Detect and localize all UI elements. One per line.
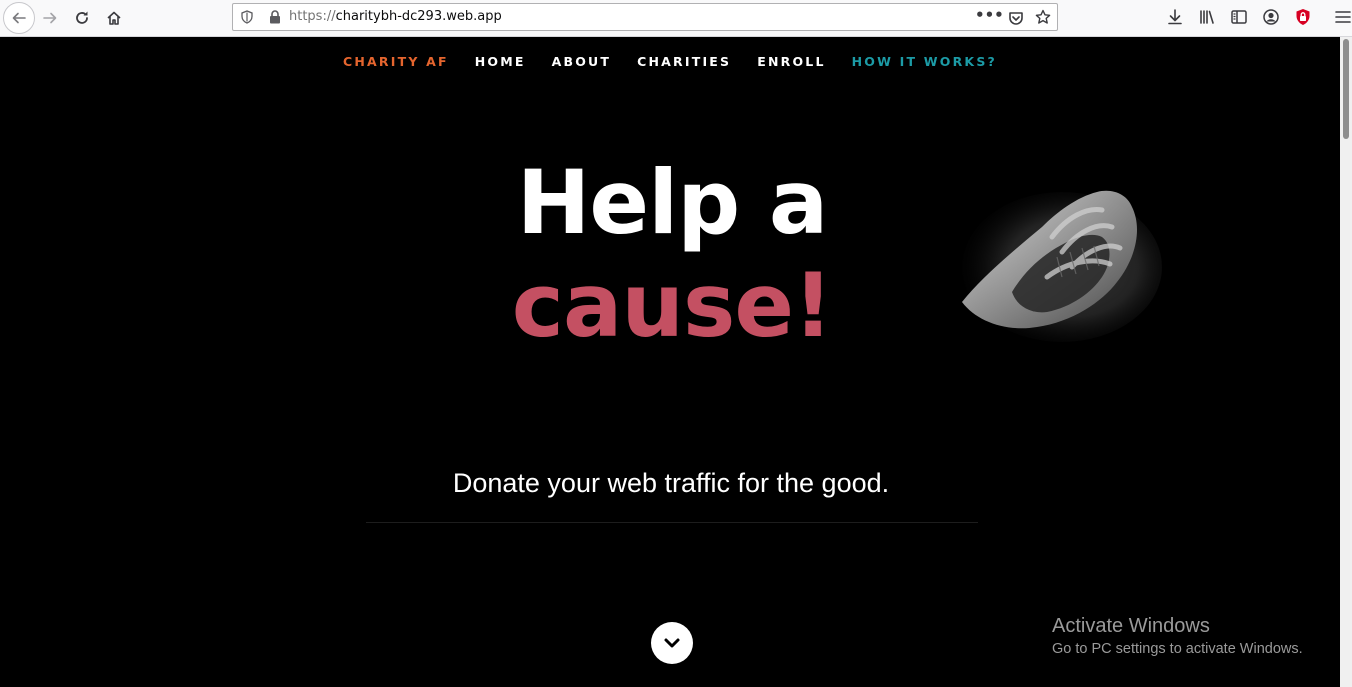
watermark-subtitle: Go to PC settings to activate Windows. [1052, 641, 1303, 657]
url-host: charitybh-dc293.web.app [335, 9, 502, 24]
lock-icon[interactable] [269, 10, 281, 24]
main-nav: CHARITY AF HOME ABOUT CHARITIES ENROLL H… [0, 54, 1340, 69]
scroll-down-button[interactable] [651, 622, 693, 664]
account-icon[interactable] [1262, 8, 1280, 26]
nav-item-home[interactable]: HOME [475, 54, 526, 69]
ublock-shield-icon[interactable] [1294, 8, 1312, 26]
browser-toolbar: https://charitybh-dc293.web.app ••• [0, 0, 1352, 37]
download-icon[interactable] [1166, 8, 1184, 26]
forward-button[interactable] [36, 4, 64, 32]
url-scheme: https:// [289, 9, 336, 24]
sidebar-icon[interactable] [1230, 8, 1248, 26]
holding-hands-image [962, 190, 1162, 342]
nav-item-about[interactable]: ABOUT [552, 54, 612, 69]
chevron-down-icon [664, 638, 680, 648]
reload-icon [76, 11, 88, 24]
activate-windows-watermark: Activate Windows Go to PC settings to ac… [1052, 614, 1303, 660]
reload-button[interactable] [68, 4, 96, 32]
arrow-left-icon [12, 12, 26, 24]
url-bar[interactable]: https://charitybh-dc293.web.app ••• [232, 3, 1058, 31]
library-icon[interactable] [1198, 8, 1216, 26]
back-button[interactable] [3, 2, 35, 34]
page-scrollbar[interactable] [1340, 37, 1352, 687]
nav-item-enroll[interactable]: ENROLL [757, 54, 825, 69]
watermark-title: Activate Windows [1052, 615, 1210, 637]
hamburger-menu-icon[interactable] [1334, 8, 1352, 26]
nav-brand-charity-af[interactable]: CHARITY AF [343, 54, 449, 69]
nav-item-how-it-works[interactable]: HOW IT WORKS? [852, 54, 997, 69]
home-icon [107, 11, 121, 25]
bookmark-star-icon[interactable] [1035, 9, 1051, 25]
pocket-icon[interactable] [1008, 10, 1024, 26]
page-content: CHARITY AF HOME ABOUT CHARITIES ENROLL H… [0, 37, 1352, 687]
page-actions-icon[interactable]: ••• [975, 8, 1004, 26]
nav-item-charities[interactable]: CHARITIES [637, 54, 731, 69]
scrollbar-thumb[interactable] [1343, 39, 1349, 139]
tracking-shield-icon[interactable] [240, 10, 254, 24]
arrow-right-icon [43, 12, 57, 24]
home-button[interactable] [100, 4, 128, 32]
hero-divider [366, 522, 978, 523]
url-text[interactable]: https://charitybh-dc293.web.app [289, 9, 502, 24]
hero-tagline: Donate your web traffic for the good. [452, 468, 890, 498]
